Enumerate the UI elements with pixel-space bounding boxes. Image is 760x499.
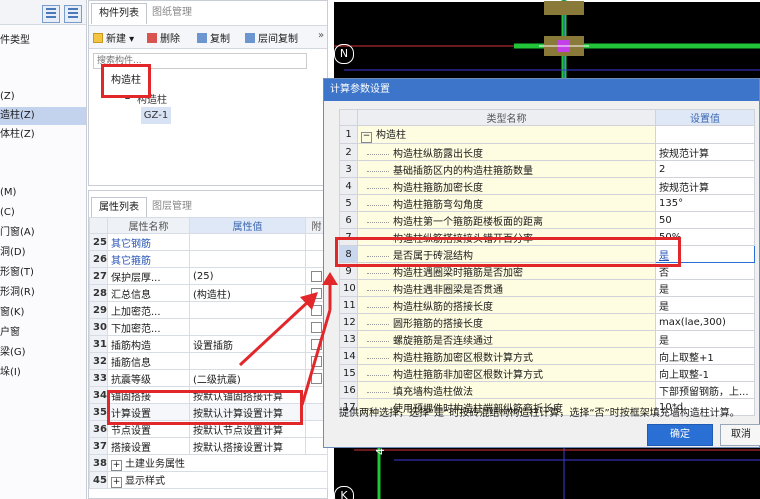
- annotation-arrows: [238, 272, 338, 406]
